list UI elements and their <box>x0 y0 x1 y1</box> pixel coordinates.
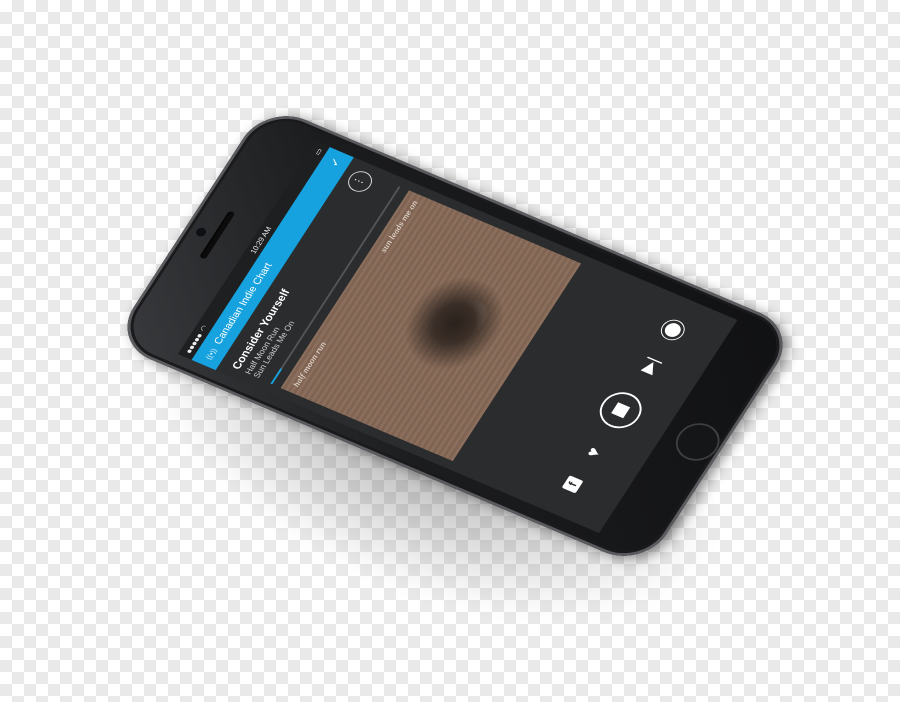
stop-button[interactable] <box>592 386 650 435</box>
camera-icon <box>194 226 208 238</box>
stop-icon <box>611 402 631 419</box>
player-controls: f ♥ ▶| <box>535 293 709 521</box>
album-art-left-text: half moon run <box>291 340 328 389</box>
settings-icon[interactable] <box>661 320 684 340</box>
skip-icon[interactable]: ▶| <box>636 354 663 376</box>
heart-icon[interactable]: ♥ <box>582 444 605 460</box>
wifi-icon: ◠ <box>197 323 210 333</box>
battery-icon: ▭ <box>312 147 324 157</box>
speaker-grille <box>199 210 236 260</box>
facebook-icon[interactable]: f <box>561 475 584 494</box>
radio-icon: ((•)) <box>203 346 219 361</box>
